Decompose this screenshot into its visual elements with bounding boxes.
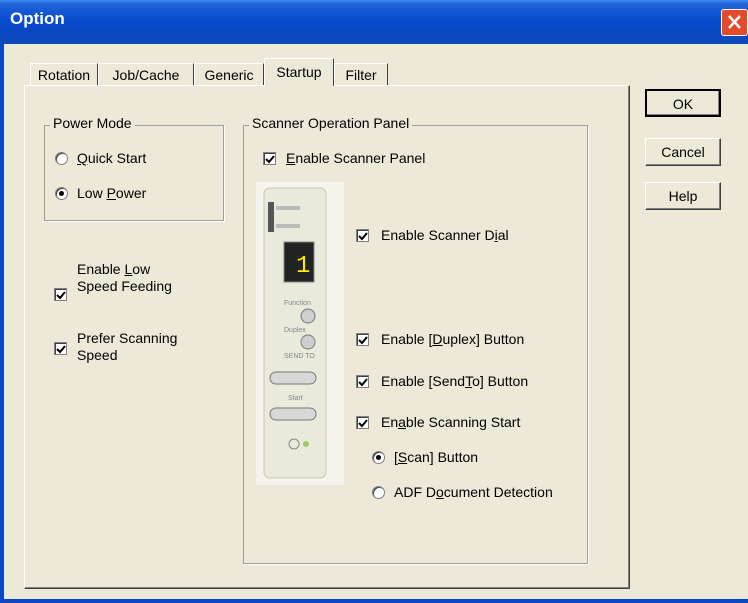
enable-scanner-panel-checkbox[interactable] xyxy=(263,152,276,165)
window-frame-left xyxy=(0,44,4,603)
tab-filter[interactable]: Filter xyxy=(334,63,388,85)
quick-start-radio[interactable] xyxy=(55,152,68,165)
window-title: Option xyxy=(10,9,65,28)
enable-scanning-start-checkbox[interactable] xyxy=(356,416,369,429)
enable-sendto-checkbox[interactable] xyxy=(356,375,369,388)
tab-startup[interactable]: Startup xyxy=(264,58,334,86)
tab-label: Rotation xyxy=(37,67,91,83)
device-label: Start xyxy=(288,395,303,402)
enable-low-speed-label[interactable]: Enable Low xyxy=(77,261,150,278)
power-mode-legend: Power Mode xyxy=(50,115,135,131)
scan-button-radio[interactable] xyxy=(372,451,385,464)
enable-low-speed-checkbox[interactable] xyxy=(54,288,67,301)
tab-rotation[interactable]: Rotation xyxy=(30,63,98,85)
cancel-button[interactable]: Cancel xyxy=(645,138,721,166)
enable-sendto-label[interactable]: Enable [SendTo] Button xyxy=(381,373,528,390)
low-power-radio[interactable] xyxy=(55,187,68,200)
tab-generic[interactable]: Generic xyxy=(194,63,264,85)
checkmark-icon xyxy=(358,232,368,241)
scanner-panel-legend: Scanner Operation Panel xyxy=(249,115,413,131)
checkmark-icon xyxy=(358,419,368,428)
tab-label: Generic xyxy=(204,67,254,83)
close-button[interactable] xyxy=(721,9,748,36)
enable-scanner-dial-checkbox[interactable] xyxy=(356,229,369,242)
display-digit: 1 xyxy=(296,253,310,280)
tab-job-cache[interactable]: Job/Cache xyxy=(98,63,194,85)
enable-duplex-checkbox[interactable] xyxy=(356,333,369,346)
tab-label: Filter xyxy=(345,67,377,83)
low-power-label[interactable]: Low Power xyxy=(77,185,146,202)
checkmark-icon xyxy=(358,378,368,387)
scanner-panel-image: 1 Function Duplex SEND TO Start xyxy=(256,182,344,485)
checkmark-icon xyxy=(56,291,66,300)
tab-label: Job/Cache xyxy=(112,67,180,83)
adf-detection-label[interactable]: ADF Document Detection xyxy=(394,484,553,501)
prefer-scanning-label[interactable]: Prefer Scanning xyxy=(77,330,177,347)
enable-duplex-label[interactable]: Enable [Duplex] Button xyxy=(381,331,524,348)
ok-button[interactable]: OK xyxy=(645,89,721,117)
checkmark-icon xyxy=(358,336,368,345)
window-frame-bottom xyxy=(0,599,748,603)
device-label: Function xyxy=(284,300,311,307)
help-button[interactable]: Help xyxy=(645,182,721,210)
close-icon xyxy=(728,15,741,29)
power-mode-group xyxy=(44,125,224,221)
title-bar[interactable] xyxy=(0,0,748,44)
prefer-scanning-speed-checkbox[interactable] xyxy=(54,342,67,355)
scan-button-label[interactable]: [Scan] Button xyxy=(394,449,478,466)
adf-detection-radio[interactable] xyxy=(372,486,385,499)
enable-scanning-start-label[interactable]: Enable Scanning Start xyxy=(381,414,520,431)
enable-scanner-panel-label[interactable]: Enable Scanner Panel xyxy=(286,150,425,167)
prefer-scanning-label-line2[interactable]: Speed xyxy=(77,347,117,364)
quick-start-label[interactable]: Quick Start xyxy=(77,150,146,167)
checkmark-icon xyxy=(265,155,275,164)
checkmark-icon xyxy=(56,345,66,354)
tab-label: Startup xyxy=(276,64,322,80)
device-label: SEND TO xyxy=(284,353,315,360)
enable-low-speed-label-line2[interactable]: Speed Feeding xyxy=(77,278,172,295)
device-label: Duplex xyxy=(284,327,306,334)
enable-scanner-dial-label[interactable]: Enable Scanner Dial xyxy=(381,227,509,244)
